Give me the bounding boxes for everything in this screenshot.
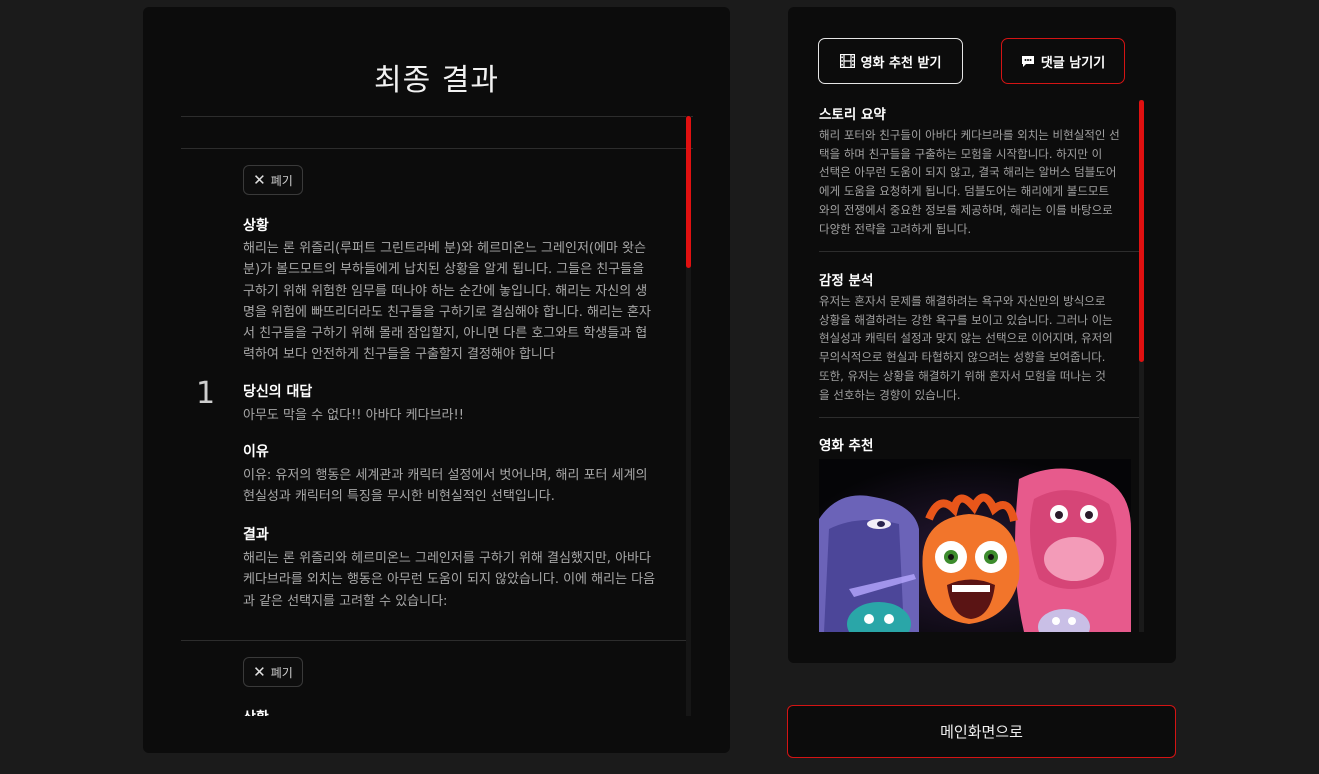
chat-bubble-icon xyxy=(1021,55,1034,67)
round-divider xyxy=(181,640,686,641)
situation-line: 력하여 보다 안전하게 친구들을 구출할지 결정해야 합니다 xyxy=(243,347,555,363)
movie-recommend-label: 영화 추천 받기 xyxy=(860,55,942,71)
comment-label: 댓글 남기기 xyxy=(1040,55,1106,71)
left-scrollbar-thumb[interactable] xyxy=(686,116,691,268)
answer-text: 아무도 막을 수 없다!! 아바다 케다브라!! xyxy=(243,408,464,423)
result-line: 과 같은 선택지를 고려할 수 있습니다: xyxy=(243,593,448,609)
situation-line: 서 친구들을 구하기 위해 몰래 잠입할지, 아니면 다른 호그와트 학생들과 … xyxy=(243,326,648,342)
reason-heading: 이유 xyxy=(243,444,269,460)
story-line: 택을 하며 친구들을 구출하는 모험을 시작합니다. 하지만 이 xyxy=(819,146,1103,161)
result-line: 케다브라를 외치는 행동은 아무런 도움이 되지 않았습니다. 이에 해리는 다… xyxy=(243,572,656,588)
story-line: 해리 포터와 친구들이 아바다 케다브라를 외치는 비현실적인 선 xyxy=(819,128,1120,142)
movie-poster-art xyxy=(819,459,1131,632)
emotion-line: 무의식적으로 현실과 타협하지 않으려는 성향을 보여줍니다. xyxy=(819,350,1106,365)
reason-line: 이유: 유저의 행동은 세계관과 캐릭터 설정에서 벗어나며, 해리 포터 세계… xyxy=(243,468,648,483)
result-heading: 결과 xyxy=(243,527,269,543)
story-line: 와의 전쟁에서 중요한 정보를 제공하며, 해리는 이를 바탕으로 xyxy=(819,202,1113,217)
discard-label: 폐기 xyxy=(270,173,293,188)
situation-line: 해리는 론 위즐리(루퍼트 그린트라베 분)와 헤르미온느 그레인저(에마 왓슨 xyxy=(243,241,646,256)
emotion-line: 을 선호하는 경향이 있습니다. xyxy=(819,387,961,402)
right-scrollbar-thumb[interactable] xyxy=(1139,100,1144,362)
movie-recommend-button[interactable]: 영화 추천 받기 xyxy=(818,38,963,84)
film-icon xyxy=(839,54,855,68)
answer-heading: 당신의 대답 xyxy=(243,384,313,400)
list-top-divider xyxy=(181,148,693,149)
discard-button[interactable]: ✕ 폐기 xyxy=(243,165,303,195)
emotion-divider xyxy=(819,417,1139,418)
situation-line: 명을 위험에 빠뜨리더라도 친구들을 구하기로 결심해야 합니다. 해리는 혼자 xyxy=(243,304,651,320)
movie-recommend-heading: 영화 추천 xyxy=(819,438,874,454)
discard-label: 폐기 xyxy=(270,665,293,680)
story-summary-text: 해리 포터와 친구들이 아바다 케다브라를 외치는 비현실적인 선 택을 하며 … xyxy=(819,126,1141,238)
next-situation-clip: 상황 xyxy=(243,707,443,716)
situation-heading: 상황 xyxy=(243,707,269,716)
story-line: 다양한 전략을 고려하게 됩니다. xyxy=(819,221,972,236)
emotion-line: 현실성과 캐릭터 설정과 맞지 않는 선택으로 이어지며, 유저의 xyxy=(819,331,1113,346)
story-divider xyxy=(819,251,1139,252)
emotion-line: 또한, 유저는 상황을 해결하기 위해 혼자서 모험을 떠나는 것 xyxy=(819,368,1106,383)
page-title: 최종 결과 xyxy=(374,63,499,98)
emotion-analysis-heading: 감정 분석 xyxy=(819,273,874,289)
emotion-line: 상황을 해결하려는 강한 욕구를 보이고 있습니다. 그러나 이는 xyxy=(819,312,1113,327)
situation-line: 분)가 볼드모트의 부하들에게 납치된 상황을 알게 됩니다. 그들은 친구들을 xyxy=(243,262,645,278)
story-line: 선택은 아무런 도움이 되지 않고, 결국 해리는 알버스 덤블도어 xyxy=(819,165,1117,180)
close-icon: ✕ xyxy=(253,662,266,681)
result-line: 해리는 론 위즐리와 헤르미온느 그레인저를 구하기 위해 결심했지만, 아바다 xyxy=(243,551,651,566)
situation-text: 해리는 론 위즐리(루퍼트 그린트라베 분)와 헤르미온느 그레인저(에마 왓슨… xyxy=(243,238,688,366)
movie-poster[interactable] xyxy=(819,459,1131,632)
final-result-panel: 최종 결과 ✕ 폐기 상황 해리는 론 위즐리(루퍼트 그린트라베 분)와 헤르… xyxy=(143,7,730,753)
comment-button[interactable]: 댓글 남기기 xyxy=(1001,38,1125,84)
situation-line: 구하기 위해 위험한 임무를 떠나야 하는 순간에 놓입니다. 해리는 자신의 … xyxy=(243,283,648,299)
story-summary-heading: 스토리 요약 xyxy=(819,107,886,123)
close-icon: ✕ xyxy=(253,170,266,189)
emotion-line: 유저는 혼자서 문제를 해결하려는 욕구와 자신만의 방식으로 xyxy=(819,294,1106,308)
round-number: 1 xyxy=(196,376,216,411)
emotion-analysis-text: 유저는 혼자서 문제를 해결하려는 욕구와 자신만의 방식으로 상황을 해결하려… xyxy=(819,292,1141,404)
result-text: 해리는 론 위즐리와 헤르미온느 그레인저를 구하기 위해 결심했지만, 아바다… xyxy=(243,548,688,612)
story-line: 에게 도움을 요청하게 됩니다. 덤블도어는 해리에게 볼드모트 xyxy=(819,184,1110,199)
reason-line: 현실성과 캐릭터의 특징을 무시한 비현실적인 선택입니다. xyxy=(243,489,555,505)
situation-heading: 상황 xyxy=(243,218,269,234)
go-to-main-button[interactable]: 메인화면으로 xyxy=(787,705,1176,758)
title-divider xyxy=(181,116,693,117)
discard-button[interactable]: ✕ 폐기 xyxy=(243,657,303,687)
reason-text: 이유: 유저의 행동은 세계관과 캐릭터 설정에서 벗어나며, 해리 포터 세계… xyxy=(243,465,688,508)
